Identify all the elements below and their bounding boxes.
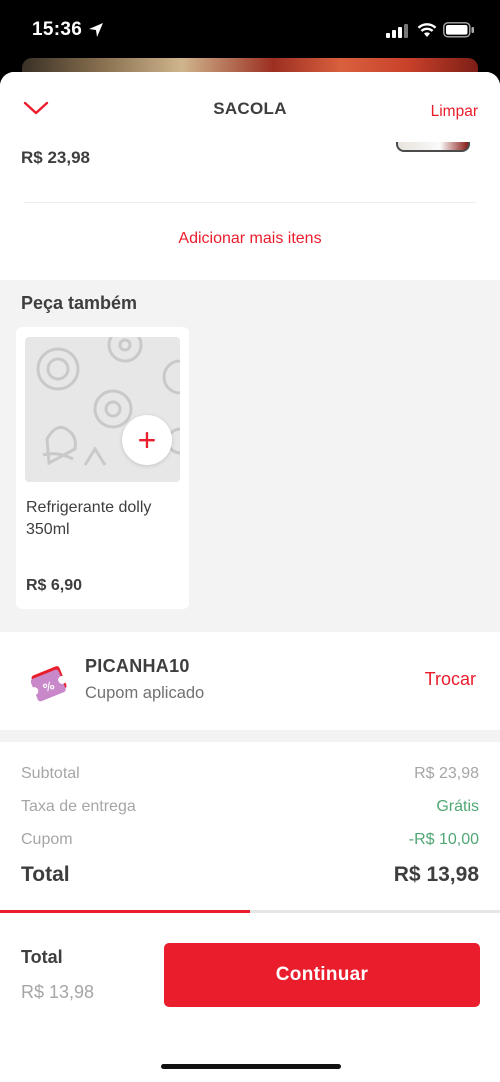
coupon-discount-value: -R$ 10,00: [408, 831, 479, 848]
total-row: Total R$ 13,98: [21, 863, 479, 887]
subtotal-value: R$ 23,98: [414, 765, 479, 782]
product-price: R$ 6,90: [26, 577, 83, 594]
total-value: R$ 13,98: [393, 863, 479, 886]
total-label: Total: [21, 863, 70, 886]
coupon-status: Cupom aplicado: [85, 684, 205, 702]
bag-sheet: SACOLA Limpar R$ 23,98 Adicionar mais it…: [0, 72, 500, 1082]
coupon-discount-row: Cupom -R$ 10,00: [21, 831, 479, 849]
sheet-header: SACOLA Limpar: [0, 72, 500, 142]
coupon-ticket-icon: %: [30, 666, 67, 702]
coupon-row[interactable]: % PICANHA10 Cupom aplicado Trocar: [0, 632, 500, 730]
wifi-icon: [417, 23, 437, 37]
cart-item-price: R$ 23,98: [21, 148, 90, 167]
product-placeholder-image: +: [25, 337, 180, 482]
delivery-fee-row: Taxa de entrega Grátis: [21, 798, 479, 816]
plus-icon: +: [137, 422, 157, 458]
change-coupon-button[interactable]: Trocar: [425, 669, 476, 690]
clear-bag-button[interactable]: Limpar: [431, 103, 478, 121]
battery-icon: [443, 22, 474, 38]
delivery-fee-value: Grátis: [436, 798, 479, 815]
status-bar: 15:36: [0, 0, 500, 62]
divider: [24, 202, 476, 203]
product-name: Refrigerante dolly 350ml: [26, 499, 152, 538]
order-summary: Subtotal R$ 23,98 Taxa de entrega Grátis…: [0, 742, 500, 910]
subtotal-label: Subtotal: [21, 765, 80, 782]
subtotal-row: Subtotal R$ 23,98: [21, 765, 479, 783]
add-more-items-button[interactable]: Adicionar mais itens: [0, 230, 500, 248]
cellular-signal-icon: [386, 24, 408, 38]
add-product-button[interactable]: +: [122, 415, 172, 465]
footer-total-value: R$ 13,98: [21, 982, 95, 1002]
delivery-fee-label: Taxa de entrega: [21, 798, 136, 815]
continue-button[interactable]: Continuar: [164, 943, 480, 1007]
page-title: SACOLA: [213, 99, 287, 118]
section-title: Peça também: [21, 293, 138, 313]
footer-total-label: Total: [21, 947, 63, 967]
section-gap: [0, 730, 500, 742]
product-card[interactable]: + Refrigerante dolly 350ml R$ 6,90: [16, 327, 189, 609]
coupon-code: PICANHA10: [85, 656, 190, 676]
location-arrow-icon: [89, 23, 103, 37]
coupon-discount-label: Cupom: [21, 831, 73, 848]
home-indicator: [161, 1064, 341, 1069]
status-time: 15:36: [32, 19, 83, 40]
progress-bar: [0, 910, 500, 913]
also-order-section: Peça também + Refrigerante dolly 350ml R…: [0, 280, 500, 632]
progress-fill: [0, 910, 250, 913]
